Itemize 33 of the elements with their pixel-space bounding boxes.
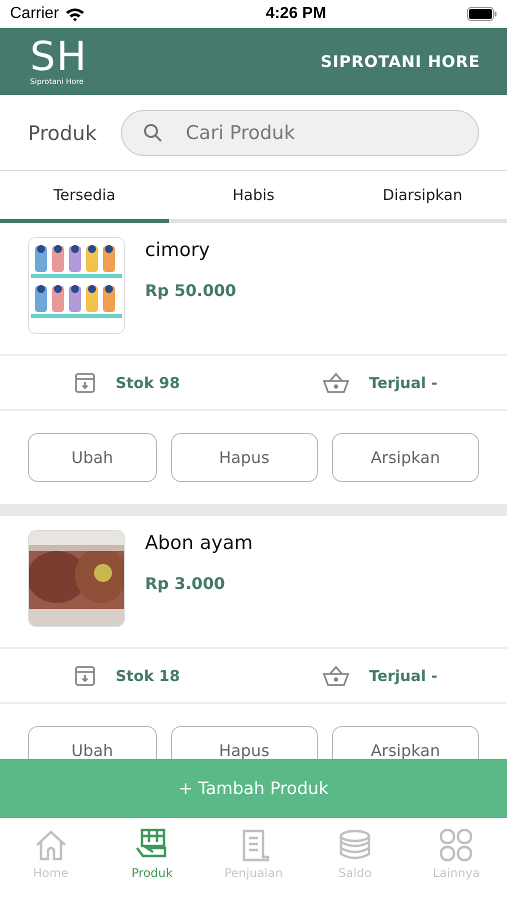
product-price: Rp 50.000 (145, 281, 236, 300)
page-label: Produk (28, 120, 97, 144)
basket-icon (323, 664, 350, 686)
nav-tab[interactable]: Produk (101, 818, 203, 900)
basket-icon (323, 372, 350, 394)
action-button[interactable]: Arsipkan (332, 433, 479, 482)
action-button[interactable]: Hapus (170, 433, 318, 482)
action-button[interactable]: Ubah (28, 726, 157, 759)
search-icon (142, 122, 163, 142)
wifi-icon (64, 6, 85, 22)
archive-box-icon (74, 372, 96, 394)
sold-count: Terjual - (369, 374, 438, 392)
tab[interactable]: Tersedia (0, 171, 169, 223)
coins-icon (338, 828, 372, 862)
action-button[interactable]: Ubah (28, 433, 157, 482)
search-field[interactable]: Cari Produk (120, 110, 479, 156)
carrier-label: Carrier (10, 5, 59, 23)
stock-count: Stok 98 (116, 374, 180, 392)
action-button[interactable]: Arsipkan (332, 726, 479, 759)
product-name: Abon ayam (145, 532, 253, 554)
grid-icon (439, 828, 474, 862)
tab[interactable]: Diarsipkan (338, 171, 507, 223)
home-icon (34, 828, 68, 862)
clock-time: 4:26 PM (266, 5, 326, 23)
archive-box-icon (74, 664, 96, 686)
sold-count: Terjual - (369, 666, 438, 684)
stock-count: Stok 18 (116, 666, 180, 684)
tab[interactable]: Habis (169, 171, 338, 223)
action-button[interactable]: Hapus (170, 726, 318, 759)
product-price: Rp 3.000 (145, 574, 226, 593)
app-title: SIPROTANI HORE (320, 52, 480, 71)
battery-icon (466, 7, 497, 21)
product-name: cimory (145, 239, 211, 261)
